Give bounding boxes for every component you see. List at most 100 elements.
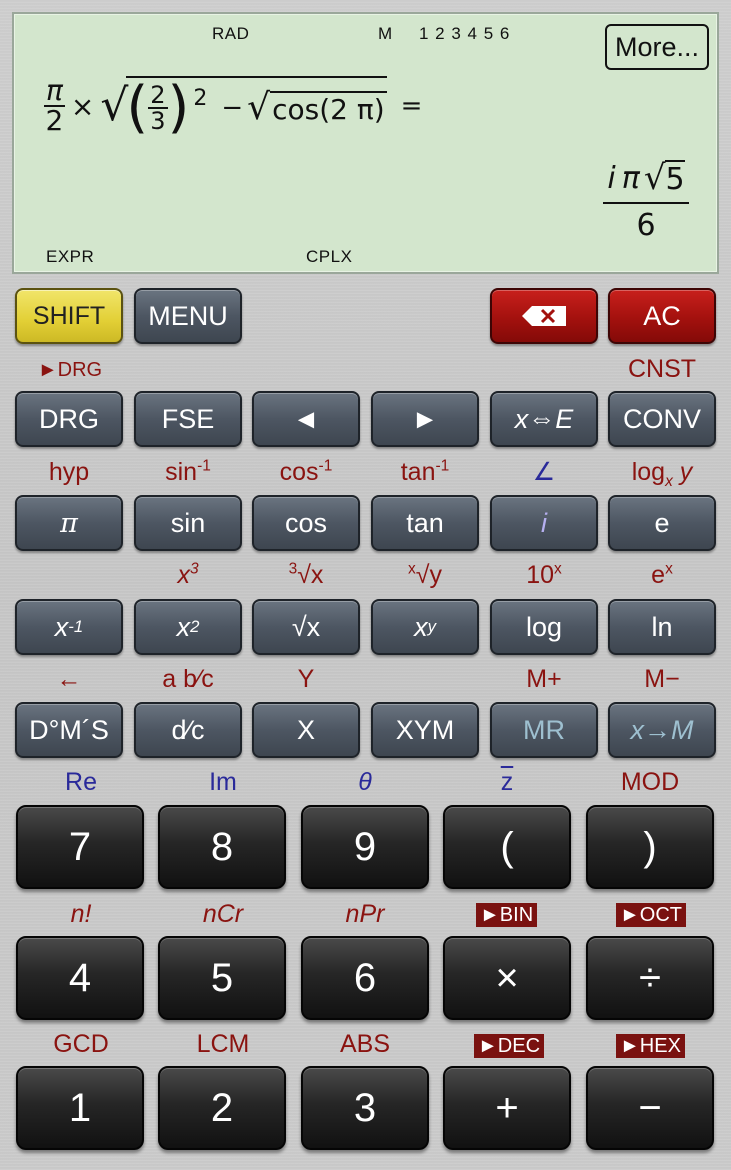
digit-3-button[interactable]: 3 xyxy=(301,1066,429,1150)
shift-label-npr: nPr xyxy=(345,900,385,928)
shift-label-gcd: GCD xyxy=(53,1030,109,1058)
expr-equals: = xyxy=(400,91,423,121)
shift-label-im: Im xyxy=(209,768,237,796)
shift-label-m-minus: M− xyxy=(644,665,680,693)
backspace-icon xyxy=(522,306,566,326)
shift-button[interactable]: SHIFT xyxy=(15,288,123,344)
shift-label-hex: ►HEX xyxy=(616,1034,685,1058)
expr-cos: cos(2 π) xyxy=(270,90,387,126)
open-paren-button[interactable]: ( xyxy=(443,805,571,889)
memory-indicator: M xyxy=(378,24,393,43)
shift-label-angle: ∠ xyxy=(532,458,556,486)
shift-label-xroot: x√y xyxy=(408,560,442,589)
shift-label-ex: ex xyxy=(651,560,673,589)
expr-two-den: 2 xyxy=(45,104,64,137)
fse-button[interactable]: FSE xyxy=(134,391,242,447)
expr-pi: π xyxy=(46,74,63,107)
backspace-button[interactable] xyxy=(490,288,598,344)
power-button[interactable]: xy xyxy=(371,599,479,655)
dms-button[interactable]: D°M´S xyxy=(15,702,123,758)
result-root: 5 xyxy=(665,159,685,197)
shift-label-logxy: logx y xyxy=(631,458,693,490)
lcd-display: RAD M 1 2 3 4 5 6 More... π 2 × √ ( 2 3 … xyxy=(12,12,719,274)
digit-5-button[interactable]: 5 xyxy=(158,936,286,1020)
left-paren-icon: ( xyxy=(126,75,149,140)
ln-button[interactable]: ln xyxy=(608,599,716,655)
digit-1-button[interactable]: 1 xyxy=(16,1066,144,1150)
conv-button[interactable]: CONV xyxy=(608,391,716,447)
log-button[interactable]: log xyxy=(490,599,598,655)
shift-label-conjugate: z xyxy=(500,768,514,796)
x-exchange-e-button[interactable]: x⇔E xyxy=(490,391,598,447)
cursor-left-button[interactable]: ◄ xyxy=(252,391,360,447)
more-button[interactable]: More... xyxy=(605,24,709,70)
result-pi: π xyxy=(621,160,640,196)
shift-label-asin: sin-1 xyxy=(165,457,211,486)
shift-label-10x: 10x xyxy=(526,560,562,589)
add-button[interactable]: + xyxy=(443,1066,571,1150)
shift-label-back-arrow: ← xyxy=(56,665,82,693)
shift-label-cube: x3 xyxy=(177,560,199,589)
sqrt-icon: √ xyxy=(247,87,271,128)
digit-4-button[interactable]: 4 xyxy=(16,936,144,1020)
shift-label-mixed-fraction: a b⁄c xyxy=(162,665,214,693)
shift-label-ncr: nCr xyxy=(202,900,244,928)
e-button[interactable]: e xyxy=(608,495,716,551)
result-numerator: i π √ 5 xyxy=(603,158,689,204)
sin-button[interactable]: sin xyxy=(134,495,242,551)
number-mode-indicator: CPLX xyxy=(306,247,353,266)
imaginary-i-button[interactable]: i xyxy=(490,495,598,551)
store-memory-button[interactable]: x→M xyxy=(608,702,716,758)
drg-button[interactable]: DRG xyxy=(15,391,123,447)
shift-label-drg: ►DRG xyxy=(37,359,103,381)
shift-label-m-plus: M+ xyxy=(526,665,562,693)
reciprocal-button[interactable]: x -1 xyxy=(15,599,123,655)
xym-button[interactable]: XYM xyxy=(371,702,479,758)
x-button[interactable]: X xyxy=(252,702,360,758)
expr-times: × xyxy=(70,89,95,123)
digit-9-button[interactable]: 9 xyxy=(301,805,429,889)
digit-7-button[interactable]: 7 xyxy=(16,805,144,889)
subtract-button[interactable]: − xyxy=(586,1066,714,1150)
tan-button[interactable]: tan xyxy=(371,495,479,551)
variables-indicator: 1 2 3 4 5 6 xyxy=(419,24,511,43)
pi-button[interactable]: π xyxy=(15,495,123,551)
digit-8-button[interactable]: 8 xyxy=(158,805,286,889)
all-clear-button[interactable]: AC xyxy=(608,288,716,344)
fraction-dc-button[interactable]: d⁄c xyxy=(134,702,242,758)
shift-label-abs: ABS xyxy=(339,1030,391,1058)
sqrt-button[interactable]: √x xyxy=(252,599,360,655)
result: i π √ 5 6 xyxy=(598,158,694,243)
angle-mode-indicator: RAD xyxy=(212,24,250,43)
multiply-button[interactable]: × xyxy=(443,936,571,1020)
sqrt-icon: √ xyxy=(100,80,129,131)
divide-button[interactable]: ÷ xyxy=(586,936,714,1020)
shift-label-factorial: n! xyxy=(70,900,92,928)
shift-label-y: Y xyxy=(297,665,315,693)
shift-label-theta: θ xyxy=(358,768,372,796)
close-paren-button[interactable]: ) xyxy=(586,805,714,889)
sqrt-icon: √ xyxy=(643,158,666,198)
cos-button[interactable]: cos xyxy=(252,495,360,551)
expression: π 2 × √ ( 2 3 ) 2 − √ cos(2 π) = xyxy=(44,66,422,146)
shift-label-acos: cos-1 xyxy=(279,457,333,486)
shift-label-oct: ►OCT xyxy=(616,903,687,927)
shift-label-atan: tan-1 xyxy=(400,457,450,486)
menu-button[interactable]: MENU xyxy=(134,288,242,344)
input-mode-indicator: EXPR xyxy=(46,247,95,266)
digit-6-button[interactable]: 6 xyxy=(301,936,429,1020)
cursor-right-button[interactable]: ► xyxy=(371,391,479,447)
shift-label-re: Re xyxy=(65,768,97,796)
shift-label-dec: ►DEC xyxy=(474,1034,545,1058)
shift-label-mod: MOD xyxy=(620,768,680,796)
expr-radicand: ( 2 3 ) 2 − √ cos(2 π) xyxy=(126,75,387,140)
result-i: i xyxy=(607,160,616,196)
memory-recall-button[interactable]: MR xyxy=(490,702,598,758)
square-button[interactable]: x2 xyxy=(134,599,242,655)
digit-2-button[interactable]: 2 xyxy=(158,1066,286,1150)
expr-two-thirds: 2 3 xyxy=(148,81,168,135)
result-denominator: 6 xyxy=(636,208,656,243)
expr-three: 3 xyxy=(150,107,166,135)
expr-two: 2 xyxy=(148,81,168,109)
expr-power: 2 xyxy=(193,86,208,111)
